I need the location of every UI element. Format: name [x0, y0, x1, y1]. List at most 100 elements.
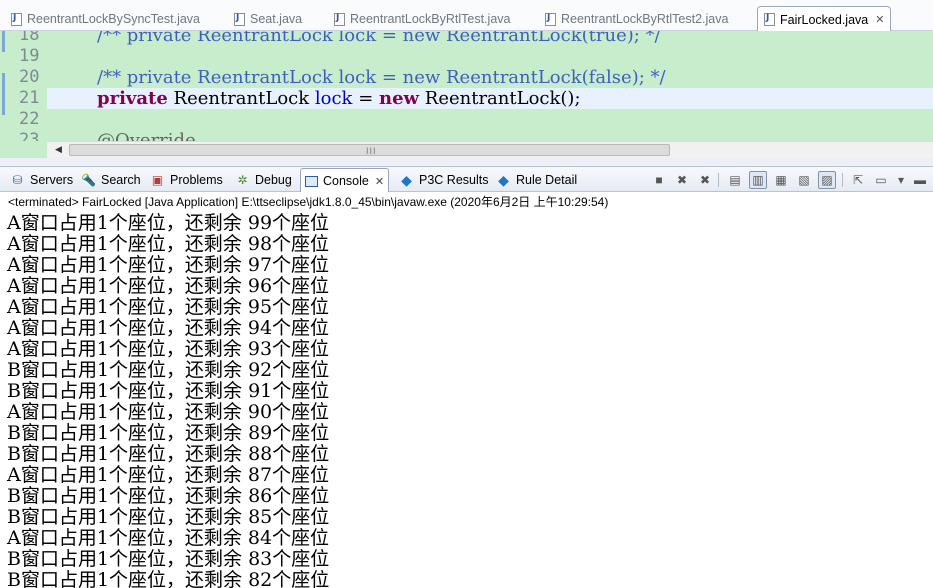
- show-console-on-error-icon[interactable]: ▨: [818, 171, 836, 189]
- console-output-line: B窗口占用1个座位，还剩余 83个座位: [7, 548, 330, 570]
- current-code-line: private ReentrantLock lock = new Reentra…: [47, 88, 933, 109]
- tab-label: Problems: [170, 173, 223, 187]
- tab-label: Search: [101, 173, 141, 187]
- editor-tab-label: Seat.java: [250, 12, 303, 26]
- line-number: 23: [19, 130, 40, 141]
- close-icon[interactable]: ✕: [875, 13, 884, 26]
- editor-tab-label: ReentrantLockByRtlTest2.java: [561, 12, 729, 26]
- java-file-icon: [334, 12, 345, 26]
- scrollbar-grip: III: [366, 146, 377, 156]
- code-constructor: ReentrantLock();: [419, 88, 581, 109]
- code-line: /** private ReentrantLock lock = new Ree…: [47, 31, 933, 46]
- line-number: 18: [19, 31, 40, 45]
- console-output-line: B窗口占用1个座位，还剩余 89个座位: [7, 422, 330, 444]
- console-output-line: A窗口占用1个座位，还剩余 96个座位: [7, 275, 330, 297]
- line-number-gutter: 18 19 20 21 22 23: [7, 31, 47, 141]
- problems-icon: ▣: [151, 173, 164, 187]
- code-annotation: @Override: [97, 130, 196, 141]
- console-output-line: B窗口占用1个座位，还剩余 88个座位: [7, 443, 330, 465]
- console-output-line: A窗口占用1个座位，还剩余 90个座位: [7, 401, 330, 423]
- search-icon: 🔦: [81, 173, 96, 187]
- console-output-line: A窗口占用1个座位，还剩余 93个座位: [7, 338, 330, 360]
- tab-rule-detail[interactable]: ◆ Rule Detail: [496, 171, 577, 189]
- console-output-line: A窗口占用1个座位，还剩余 99个座位: [7, 213, 330, 234]
- tab-servers[interactable]: ⛁ Servers: [10, 171, 73, 189]
- p3c-icon: ◆: [498, 171, 509, 188]
- line-number: 19: [19, 46, 40, 66]
- minimize-icon[interactable]: ▬: [911, 171, 929, 189]
- scrollbar-thumb[interactable]: III: [69, 144, 670, 156]
- code-editor[interactable]: 18 19 20 21 22 23 /** private ReentrantL…: [0, 31, 933, 141]
- remove-launch-icon[interactable]: ✖: [673, 171, 691, 189]
- chevron-down-icon[interactable]: ▾: [892, 171, 910, 189]
- code-type: ReentrantLock: [167, 88, 315, 109]
- console-output[interactable]: A窗口占用1个座位，还剩余 99个座位 A窗口占用1个座位，还剩余 98个座位 A窗…: [0, 213, 933, 588]
- view-tab-bar: ⛁ Servers 🔦 Search ▣ Problems ✲ Debug Co…: [0, 166, 933, 193]
- line-number: 22: [19, 109, 40, 129]
- clear-console-icon[interactable]: ▤: [726, 171, 744, 189]
- editor-tab-reentrantlockbyrtltest[interactable]: ReentrantLockByRtlTest.java: [334, 7, 511, 31]
- tab-console[interactable]: Console ✕: [300, 168, 390, 193]
- console-output-line: A窗口占用1个座位，还剩余 98个座位: [7, 233, 330, 255]
- code-keyword: private: [97, 88, 168, 109]
- console-output-line: B窗口占用1个座位，还剩余 85个座位: [7, 506, 330, 528]
- tab-label: Rule Detail: [516, 173, 578, 187]
- console-output-line: A窗口占用1个座位，还剩余 95个座位: [7, 296, 330, 318]
- java-file-icon: [11, 12, 22, 26]
- tab-p3c-results[interactable]: ◆ P3C Results: [399, 171, 488, 189]
- java-file-icon: [764, 13, 775, 26]
- tab-label: Debug: [255, 173, 292, 187]
- console-output-line: A窗口占用1个座位，还剩余 94个座位: [7, 317, 330, 339]
- editor-tab-fairlocked[interactable]: FairLocked.java ✕: [757, 6, 892, 32]
- editor-tab-label: ReentrantLockByRtlTest.java: [350, 12, 511, 26]
- tab-label: Console: [323, 174, 369, 188]
- sash[interactable]: [0, 158, 933, 166]
- show-console-on-output-icon[interactable]: ▧: [795, 171, 813, 189]
- tab-label: Servers: [30, 173, 74, 187]
- word-wrap-icon[interactable]: ▦: [772, 171, 790, 189]
- line-number: 20: [19, 67, 40, 87]
- tab-problems[interactable]: ▣ Problems: [150, 171, 223, 189]
- servers-icon: ⛁: [12, 173, 23, 187]
- console-output-line: B窗口占用1个座位，还剩余 86个座位: [7, 485, 330, 507]
- code-keyword: new: [379, 88, 420, 109]
- gutter-filler: [0, 141, 47, 158]
- scroll-lock-icon[interactable]: ▥: [749, 171, 767, 189]
- editor-tab-label: ReentrantLockBySyncTest.java: [27, 12, 201, 26]
- scroll-left-icon[interactable]: ◀: [55, 144, 62, 155]
- tab-label: P3C Results: [419, 173, 489, 187]
- display-selected-console-icon[interactable]: ▭: [872, 171, 890, 189]
- editor-tab-reentrantlockbyrtltest2[interactable]: ReentrantLockByRtlTest2.java: [545, 7, 728, 31]
- close-icon[interactable]: ✕: [375, 175, 384, 188]
- console-process-label: <terminated> FairLocked [Java Applicatio…: [0, 192, 933, 213]
- code-line: @Override: [47, 130, 933, 141]
- tab-search[interactable]: 🔦 Search: [81, 171, 141, 189]
- editor-tab-label: FairLocked.java: [780, 12, 869, 27]
- quick-diff-ruler: [0, 31, 7, 141]
- console-output-line: A窗口占用1个座位，还剩余 84个座位: [7, 527, 330, 549]
- code-comment: /** private ReentrantLock lock = new Ree…: [97, 67, 666, 88]
- code-comment: /** private ReentrantLock lock = new Ree…: [97, 31, 661, 46]
- java-file-icon: [545, 12, 556, 26]
- code-field: lock: [314, 88, 353, 109]
- tab-debug[interactable]: ✲ Debug: [235, 171, 292, 189]
- console-output-line: A窗口占用1个座位，还剩余 97个座位: [7, 254, 330, 276]
- console-icon: [305, 175, 318, 187]
- pin-console-icon[interactable]: ⇱: [849, 171, 867, 189]
- editor-horizontal-scrollbar[interactable]: ◀ III: [47, 141, 933, 158]
- code-operator: =: [352, 88, 379, 109]
- remove-all-terminated-icon[interactable]: ✖: [696, 171, 714, 189]
- console-output-line: B窗口占用1个座位，还剩余 92个座位: [7, 359, 330, 381]
- editor-tab-reentrantlockbysynctest[interactable]: ReentrantLockBySyncTest.java: [11, 7, 200, 31]
- terminate-icon[interactable]: ■: [650, 171, 668, 189]
- editor-tab-seat[interactable]: Seat.java: [234, 7, 302, 31]
- code-statement: private ReentrantLock lock = new Reentra…: [97, 88, 581, 109]
- code-line: /** private ReentrantLock lock = new Ree…: [47, 67, 933, 88]
- p3c-icon: ◆: [401, 171, 412, 188]
- java-file-icon: [234, 12, 245, 26]
- line-number: 21: [19, 88, 40, 108]
- console-output-line: B窗口占用1个座位，还剩余 82个座位: [7, 569, 330, 588]
- editor-tab-bar: ReentrantLockBySyncTest.java Seat.java R…: [0, 0, 933, 32]
